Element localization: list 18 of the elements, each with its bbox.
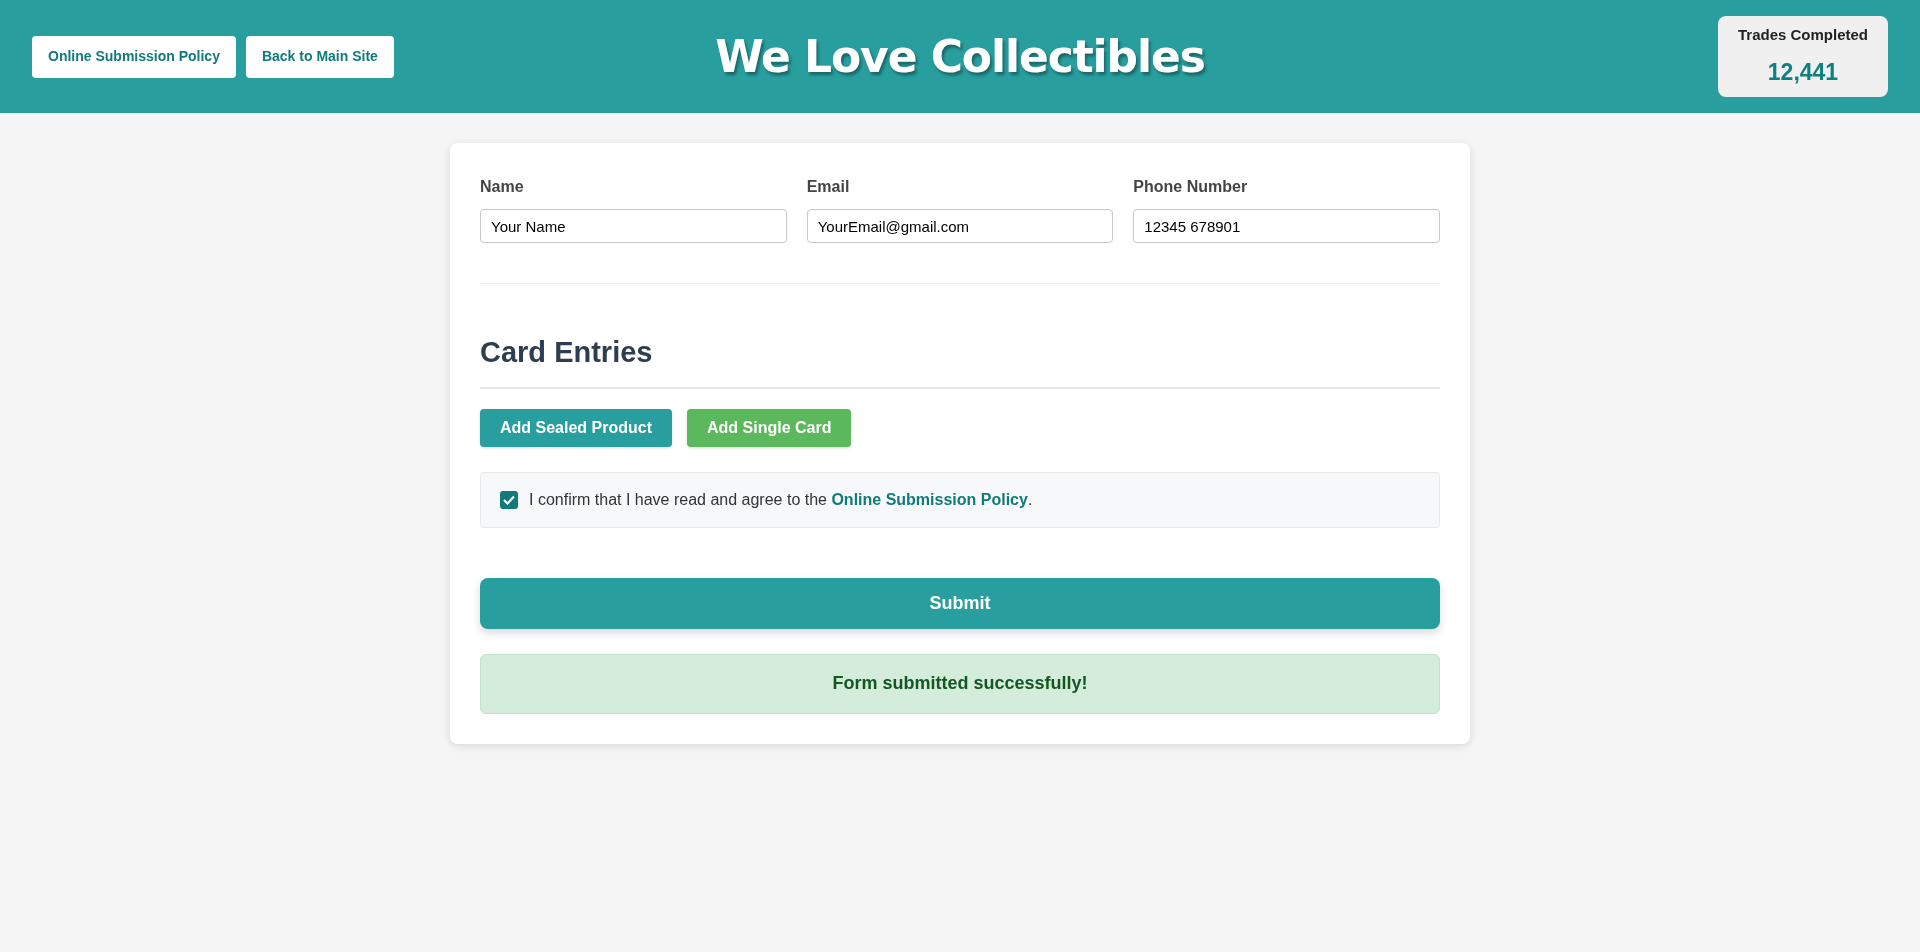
- input-field[interactable]: YourEmail@gmail.com: [806, 209, 1114, 243]
- site-title: We Love Collectibles: [715, 29, 1205, 84]
- field-label: Email: [806, 177, 851, 197]
- agreement-checkbox[interactable]: [500, 490, 518, 509]
- stat-label: Trades Completed: [1737, 25, 1868, 45]
- stat-value: 12,441: [1767, 57, 1839, 87]
- field-label: Name: [480, 177, 525, 197]
- section-title: Card Entries: [480, 331, 1440, 389]
- policy-link[interactable]: Online Submission Policy: [831, 490, 1028, 508]
- header-link-button[interactable]: Back to Main Site: [245, 35, 394, 78]
- input-field[interactable]: 12345 678901: [1133, 209, 1440, 243]
- header-link-button[interactable]: Online Submission Policy: [32, 35, 236, 78]
- submit-button[interactable]: Submit: [480, 577, 1440, 629]
- success-message: Form submitted successfully!: [480, 653, 1440, 714]
- field-label: Phone Number: [1133, 177, 1249, 197]
- agreement-text: I confirm that I have read and agree to the Online Submission Policy.: [529, 489, 1033, 510]
- input-field[interactable]: Your Name: [480, 209, 787, 243]
- add-button[interactable]: Add Sealed Product: [480, 408, 673, 447]
